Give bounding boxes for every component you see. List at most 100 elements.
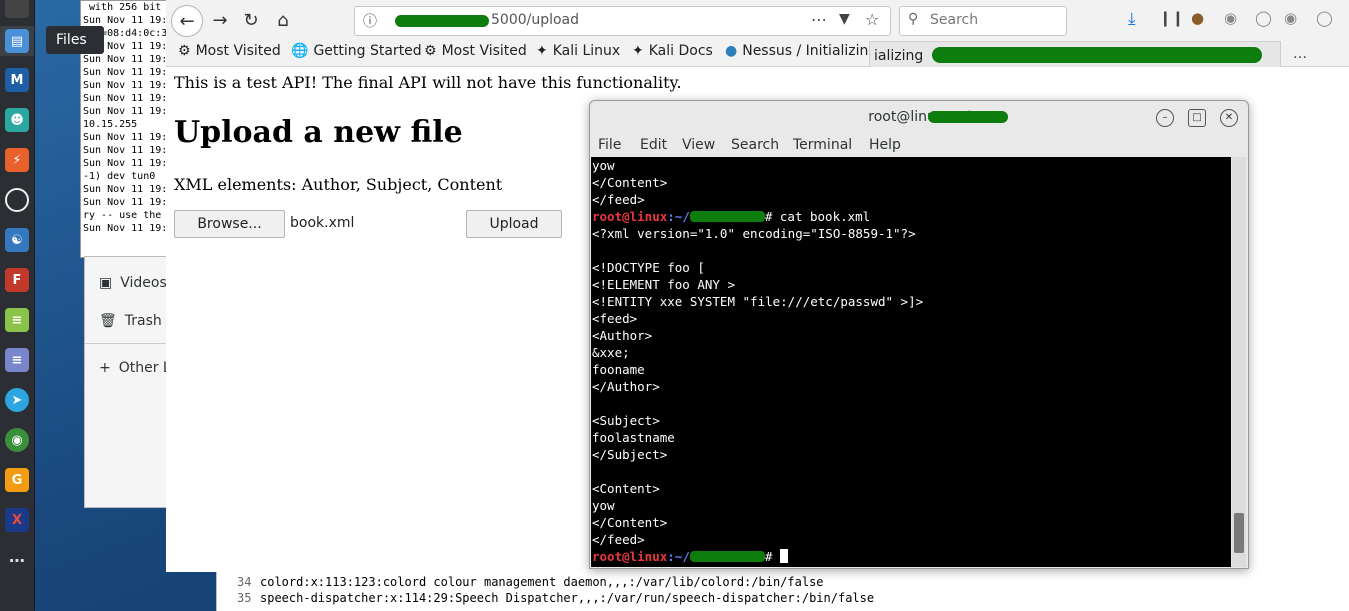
trash-icon: 🗑 (99, 313, 117, 329)
prompt-user: root@linux (592, 209, 668, 224)
menu-terminal[interactable]: Terminal (793, 137, 852, 153)
menu-search[interactable]: Search (731, 137, 779, 153)
gear-icon: ⚙ (424, 43, 437, 59)
redaction-scribble (395, 15, 489, 27)
bookmark-kali-linux[interactable]: ✦ Kali Linux (536, 43, 620, 59)
test-api-notice: This is a test API! The final API will n… (174, 73, 682, 92)
sidebar-item-trash[interactable]: 🗑 Trash (99, 313, 162, 329)
dock: ▤ M ☻ ⚡ ☯ F ≡ ≡ ➤ ◉ G X ⋯ (0, 0, 35, 611)
browser-globe-icon[interactable]: ◉ (5, 428, 29, 452)
extension-icon[interactable]: ◉ (1284, 9, 1297, 27)
kali-dragon-icon: ✦ (536, 43, 548, 59)
arrow-right-icon: → (212, 9, 228, 31)
url-text: 5000/upload (491, 12, 580, 28)
extension-icon[interactable]: ◯ (1255, 9, 1272, 27)
cookie-icon[interactable]: ● (1191, 9, 1204, 27)
sidebar-item-videos[interactable]: ▣ Videos (99, 275, 167, 291)
reload-icon: ↻ (243, 9, 259, 31)
pocket-icon[interactable]: ▼ (839, 11, 850, 27)
notes-icon[interactable]: ≡ (5, 348, 29, 372)
app-grid-icon[interactable]: ⋯ (5, 548, 29, 572)
menu-edit[interactable]: Edit (640, 137, 667, 153)
more-bookmarks-icon[interactable]: … (1293, 46, 1307, 62)
faraday-icon[interactable]: F (5, 268, 29, 292)
sidebar-item-label: Other L (118, 360, 171, 376)
cherrytree-icon[interactable]: ☯ (5, 228, 29, 252)
sidebar-item-label: Videos (120, 275, 167, 291)
star-icon[interactable]: ☆ (865, 10, 879, 29)
editor-line: speech-dispatcher:x:114:29:Speech Dispat… (260, 591, 875, 605)
search-input[interactable]: Search (930, 12, 978, 28)
menu-file[interactable]: File (598, 137, 621, 153)
url-bar[interactable]: ⓘ 5000/upload ⋯ ▼ ☆ (354, 6, 891, 36)
prompt-suffix: # (764, 549, 780, 564)
download-icon[interactable]: ⤓ (1128, 9, 1136, 29)
terminal-cursor (779, 549, 788, 563)
terminal-output: yow </Content> </feed> (592, 158, 668, 207)
bookmark-nessus[interactable]: ● Nessus / Initializing (725, 43, 877, 59)
home-button[interactable]: ⌂ (269, 6, 297, 34)
terminal-screen[interactable]: yow </Content> </feed> root@linux:~/# ca… (591, 157, 1231, 567)
prompt-path: :~/ (667, 549, 690, 564)
search-bar[interactable]: ⚲ Search (899, 6, 1067, 36)
gear-icon: ⚙ (178, 43, 191, 59)
film-icon: ▣ (99, 275, 113, 291)
menu-view[interactable]: View (682, 137, 715, 153)
redaction-scribble (932, 47, 1262, 63)
upload-button[interactable]: Upload (466, 210, 562, 238)
files-tooltip: Files (46, 26, 104, 54)
overflow-tab-label: ializing (874, 48, 924, 64)
library-icon[interactable]: ❙❙ (1159, 9, 1184, 27)
navigation-toolbar: ← → ↻ ⌂ ⓘ 5000/upload ⋯ ▼ ☆ ⚲ Search ⤓ ❙… (166, 0, 1349, 40)
text-editor-icon[interactable]: ≡ (5, 308, 29, 332)
search-icon: ⚲ (908, 11, 919, 27)
burpsuite-icon[interactable]: ⚡ (5, 148, 29, 172)
page-title: Upload a new file (174, 115, 463, 150)
xfce-icon[interactable]: X (5, 508, 29, 532)
redaction-scribble (689, 551, 765, 562)
info-icon[interactable]: ⓘ (363, 11, 377, 31)
menu-icon[interactable]: ◯ (1316, 9, 1333, 27)
armitage-icon[interactable]: ☻ (5, 108, 29, 132)
telegram-icon[interactable]: ➤ (5, 388, 29, 412)
close-button[interactable]: ✕ (1220, 109, 1238, 127)
line-number: 35 (237, 591, 252, 605)
menu-help[interactable]: Help (869, 137, 901, 153)
terminal-window[interactable]: root@linux: ~/ – □ ✕ File Edit View Sear… (589, 100, 1249, 569)
globe-icon: 🌐 (291, 43, 309, 59)
forward-button[interactable]: → (206, 6, 234, 34)
calendar-icon[interactable]: G (5, 468, 29, 492)
bookmark-kali-docs[interactable]: ✦ Kali Docs (632, 43, 713, 59)
kali-dragon-icon: ✦ (632, 43, 644, 59)
bookmark-most-visited-2[interactable]: ⚙ Most Visited (424, 43, 527, 59)
maltego-icon[interactable] (5, 188, 29, 212)
extension-icon[interactable]: ◉ (1224, 9, 1237, 27)
terminal-title: root@linux: ~/ (868, 109, 970, 125)
back-button[interactable]: ← (171, 5, 203, 37)
sidebar-item-other-locations[interactable]: + Other L (99, 360, 171, 376)
files-icon[interactable]: ▤ (5, 29, 29, 53)
plus-icon: + (99, 360, 111, 376)
selected-filename: book.xml (290, 215, 355, 231)
bookmark-getting-started[interactable]: 🌐 Getting Started (291, 43, 422, 59)
browse-button[interactable]: Browse... (174, 210, 285, 238)
terminal-scrollbar[interactable] (1232, 157, 1246, 567)
reload-button[interactable]: ↻ (237, 6, 265, 34)
maximize-button[interactable]: □ (1188, 109, 1206, 127)
nessus-icon: ● (725, 43, 738, 59)
prompt-path: :~/ (667, 209, 690, 224)
page-actions-icon[interactable]: ⋯ (811, 10, 827, 29)
arrow-left-icon: ← (179, 10, 195, 32)
redaction-scribble (689, 211, 765, 222)
prompt-user: root@linux (592, 549, 668, 564)
scrollbar-thumb[interactable] (1234, 513, 1244, 553)
terminal-icon[interactable] (5, 0, 29, 18)
terminal-menubar: File Edit View Search Terminal Help (590, 133, 1248, 157)
terminal-output: <?xml version="1.0" encoding="ISO-8859-1… (592, 226, 924, 547)
files-window[interactable]: ▣ Videos 🗑 Trash + Other L (84, 256, 171, 508)
metasploit-icon[interactable]: M (5, 68, 29, 92)
bookmark-most-visited[interactable]: ⚙ Most Visited (178, 43, 281, 59)
minimize-button[interactable]: – (1156, 109, 1174, 127)
passwd-editor-window[interactable]: 34 colord:x:113:123:colord colour manage… (216, 572, 1349, 611)
divider (85, 343, 169, 344)
